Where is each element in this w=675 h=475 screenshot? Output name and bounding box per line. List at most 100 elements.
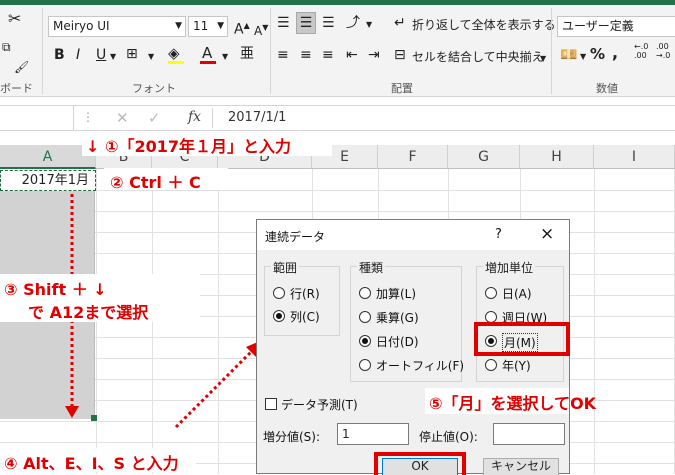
type-autofill-radio[interactable]	[359, 359, 371, 371]
formula-input[interactable]: 2017/1/1	[228, 110, 286, 125]
gridline	[594, 169, 595, 474]
annotation-step3-line2: で A12まで選択	[28, 303, 149, 322]
name-box[interactable]	[0, 106, 74, 130]
align-top-icon[interactable]: ☰	[277, 14, 290, 32]
close-icon[interactable]: ×	[540, 224, 554, 244]
font-name-value: Meiryo UI	[53, 19, 110, 33]
column-header-i[interactable]: I	[594, 145, 675, 169]
increase-indent-icon[interactable]: ⇥	[368, 46, 380, 64]
number-format-select[interactable]: ユーザー定義	[557, 16, 675, 37]
type-group-title: 種類	[357, 259, 386, 276]
ok-button[interactable]: OK	[382, 458, 458, 475]
group-label-alignment: 配置	[391, 82, 413, 95]
font-name-select[interactable]: Meiryo UI ▼	[48, 16, 186, 37]
dialog-titlebar: 連続データ ? ×	[257, 220, 569, 250]
chevron-down-icon[interactable]: ▼	[580, 48, 586, 66]
range-column-label[interactable]: 列(C)	[290, 308, 320, 325]
ribbon-accent-bar	[0, 0, 675, 5]
align-middle-icon[interactable]: ☰	[296, 12, 316, 34]
type-growth-label[interactable]: 乗算(G)	[376, 309, 419, 326]
annotation-step1: ↓ ①「2017年１月」と入力	[86, 137, 292, 156]
annotation-step4: ④ Alt、E、I、S と入力	[4, 454, 179, 473]
cell-a1[interactable]: 2017年1月	[0, 170, 96, 191]
fill-handle[interactable]	[91, 415, 97, 421]
column-header-g[interactable]: G	[448, 145, 520, 169]
stop-value-input[interactable]	[493, 423, 565, 445]
annotation-step5: ⑤「月」を選択してOK	[429, 394, 597, 413]
unit-year-label[interactable]: 年(Y)	[502, 357, 531, 374]
insert-function-icon[interactable]: fx	[188, 109, 201, 125]
align-center-icon[interactable]: ≡	[300, 46, 312, 64]
italic-button[interactable]: I	[76, 46, 80, 64]
cut-icon[interactable]: ✂	[8, 10, 21, 28]
ribbon-separator	[551, 8, 552, 94]
merge-center-button[interactable]: セルを結合して中央揃え	[412, 48, 544, 66]
unit-day-radio[interactable]	[485, 287, 497, 299]
gridline	[0, 211, 675, 212]
phonetic-icon[interactable]: 亜	[240, 45, 254, 63]
decrease-font-icon[interactable]: A▼	[254, 19, 268, 40]
font-color-swatch	[200, 61, 216, 64]
chevron-down-icon[interactable]: ▼	[366, 16, 372, 34]
column-header-f[interactable]: F	[378, 145, 448, 169]
font-color-icon[interactable]: A	[202, 44, 212, 62]
unit-group-title: 増加単位	[483, 259, 536, 276]
type-date-label[interactable]: 日付(D)	[376, 333, 419, 350]
formula-separator	[212, 108, 213, 128]
font-size-value: 11	[193, 19, 209, 33]
range-column-radio[interactable]	[273, 310, 285, 322]
type-linear-radio[interactable]	[359, 287, 371, 299]
number-format-value: ユーザー定義	[562, 19, 634, 33]
font-size-select[interactable]: 11 ▼	[188, 16, 228, 37]
group-label-clipboard: ボード	[0, 82, 33, 95]
wrap-text-button[interactable]: 折り返して全体を表示する	[412, 16, 556, 34]
increase-decimal-icon[interactable]: ←.0.00	[634, 42, 648, 60]
range-row-label[interactable]: 行(R)	[290, 285, 320, 302]
increase-font-icon[interactable]: A▲	[234, 17, 250, 39]
annotation-step2: ② Ctrl ＋ C	[110, 173, 201, 192]
align-right-icon[interactable]: ≡	[322, 46, 334, 64]
decrease-decimal-icon[interactable]: .00 →.0	[656, 42, 670, 60]
more-options-icon: ⋮	[82, 110, 94, 124]
chevron-down-icon[interactable]: ▼	[148, 48, 154, 66]
chevron-down-icon[interactable]: ▼	[110, 48, 116, 66]
cancel-icon[interactable]: ✕	[116, 109, 129, 127]
type-autofill-label[interactable]: オートフィル(F)	[376, 357, 464, 374]
chevron-down-icon[interactable]: ▼	[222, 48, 228, 66]
range-group-title: 範囲	[271, 259, 300, 276]
help-icon[interactable]: ?	[495, 227, 502, 242]
step-value-input[interactable]: 1	[337, 423, 409, 445]
cancel-button[interactable]: キャンセル	[483, 458, 559, 475]
percent-icon[interactable]: %	[590, 45, 605, 63]
unit-day-label[interactable]: 日(A)	[502, 285, 532, 302]
column-header-h[interactable]: H	[520, 145, 594, 169]
type-growth-radio[interactable]	[359, 311, 371, 323]
chevron-down-icon: ▼	[175, 21, 182, 31]
trend-checkbox[interactable]	[265, 398, 277, 410]
type-date-radio[interactable]	[359, 335, 371, 347]
unit-year-radio[interactable]	[485, 359, 497, 371]
align-bottom-icon[interactable]: ☰	[322, 14, 335, 32]
range-row-radio[interactable]	[273, 287, 285, 299]
decrease-indent-icon[interactable]: ⇤	[346, 46, 358, 64]
align-left-icon[interactable]: ≡	[277, 46, 289, 64]
step-value-label: 増分値(S):	[263, 430, 321, 444]
fill-color-swatch	[168, 61, 184, 64]
series-dialog: 連続データ ? × 範囲 行(R) 列(C) 種類 加算(L) 乗算(G) 日付…	[256, 219, 596, 475]
currency-icon[interactable]: 💴	[560, 46, 577, 64]
wrap-text-icon[interactable]: ↵	[394, 14, 406, 32]
borders-icon[interactable]: ⊞	[126, 45, 138, 63]
fill-color-icon[interactable]: ◈	[168, 44, 180, 62]
comma-style-icon[interactable]: ,	[612, 44, 618, 62]
bold-button[interactable]: B	[54, 46, 65, 64]
orientation-icon[interactable]: ⤴	[346, 14, 360, 32]
dialog-pointer-arrow	[174, 341, 260, 429]
copy-icon[interactable]: ⧉	[2, 38, 11, 56]
format-painter-icon[interactable]: 🖌	[14, 58, 29, 76]
trend-label[interactable]: データ予測(T)	[281, 396, 358, 413]
underline-button[interactable]: U	[96, 46, 106, 64]
chevron-down-icon[interactable]: ▼	[540, 50, 546, 68]
type-linear-label[interactable]: 加算(L)	[376, 285, 416, 302]
merge-center-icon[interactable]: ⊟	[394, 46, 406, 64]
enter-icon[interactable]: ✓	[148, 109, 161, 127]
